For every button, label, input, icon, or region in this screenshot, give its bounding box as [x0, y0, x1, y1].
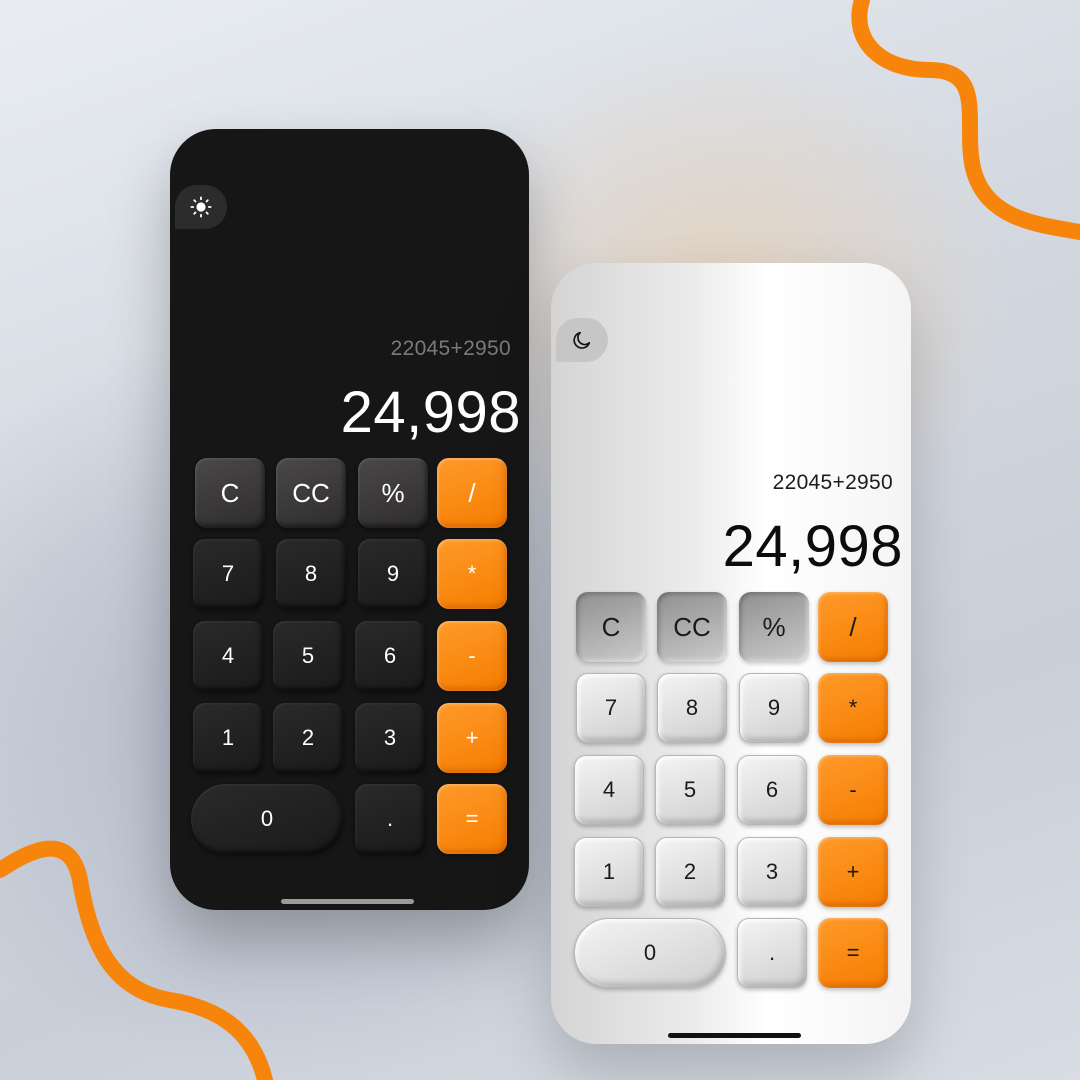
two-button[interactable]: 2	[655, 837, 725, 907]
eight-button[interactable]: 8	[276, 539, 346, 609]
moon-icon	[573, 331, 591, 349]
zero-button[interactable]: 0	[574, 918, 726, 988]
light-calculator-screen: 22045+2950 24,998 C CC % / 7 8 9 * 4 5 6…	[551, 263, 911, 1044]
eight-button[interactable]: 8	[657, 673, 727, 743]
divide-button[interactable]: /	[818, 592, 888, 662]
sun-icon	[190, 196, 212, 218]
expression-display: 22045+2950	[772, 471, 893, 494]
one-button[interactable]: 1	[193, 703, 263, 773]
minus-button[interactable]: -	[437, 621, 507, 691]
five-button[interactable]: 5	[273, 621, 343, 691]
seven-button[interactable]: 7	[576, 673, 646, 743]
one-button[interactable]: 1	[574, 837, 644, 907]
theme-toggle-button[interactable]	[556, 318, 608, 362]
percent-button[interactable]: %	[358, 458, 428, 528]
seven-button[interactable]: 7	[193, 539, 263, 609]
decimal-button[interactable]: .	[355, 784, 425, 854]
clear-button[interactable]: C	[576, 592, 646, 662]
expression-display: 22045+2950	[390, 337, 511, 360]
three-button[interactable]: 3	[737, 837, 807, 907]
zero-button[interactable]: 0	[191, 784, 343, 854]
plus-button[interactable]: +	[818, 837, 888, 907]
home-indicator[interactable]	[281, 899, 414, 904]
clear-button[interactable]: C	[195, 458, 265, 528]
multiply-button[interactable]: *	[818, 673, 888, 743]
nine-button[interactable]: 9	[358, 539, 428, 609]
decorative-ribbon	[0, 0, 1080, 1080]
four-button[interactable]: 4	[193, 621, 263, 691]
dark-calculator-screen: 22045+2950 24,998 C CC % / 7 8 9 * 4 5 6…	[170, 129, 529, 910]
clear-all-button[interactable]: CC	[657, 592, 727, 662]
plus-button[interactable]: +	[437, 703, 507, 773]
multiply-button[interactable]: *	[437, 539, 507, 609]
theme-toggle-button[interactable]	[175, 185, 227, 229]
four-button[interactable]: 4	[574, 755, 644, 825]
divide-button[interactable]: /	[437, 458, 507, 528]
five-button[interactable]: 5	[655, 755, 725, 825]
three-button[interactable]: 3	[355, 703, 425, 773]
equals-button[interactable]: =	[437, 784, 507, 854]
minus-button[interactable]: -	[818, 755, 888, 825]
six-button[interactable]: 6	[737, 755, 807, 825]
nine-button[interactable]: 9	[739, 673, 809, 743]
two-button[interactable]: 2	[273, 703, 343, 773]
home-indicator[interactable]	[668, 1033, 801, 1038]
result-display: 24,998	[340, 380, 521, 445]
six-button[interactable]: 6	[355, 621, 425, 691]
percent-button[interactable]: %	[739, 592, 809, 662]
result-display: 24,998	[722, 514, 903, 579]
decimal-button[interactable]: .	[737, 918, 807, 988]
clear-all-button[interactable]: CC	[276, 458, 346, 528]
equals-button[interactable]: =	[818, 918, 888, 988]
